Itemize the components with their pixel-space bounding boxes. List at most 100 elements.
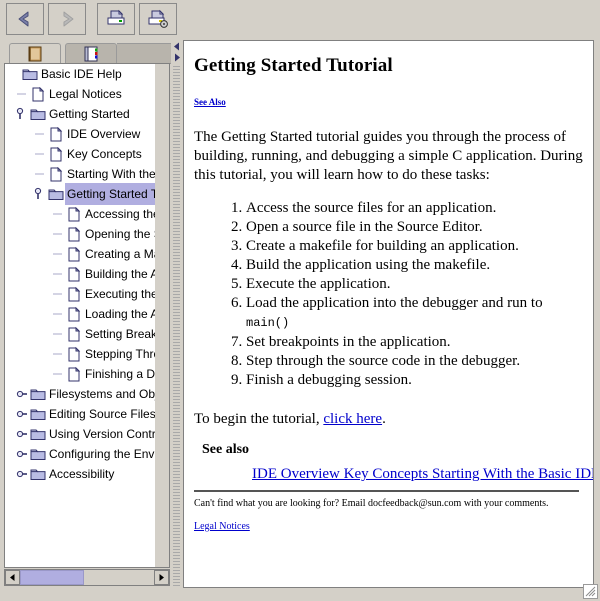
tree-expand-handle[interactable] — [15, 424, 29, 444]
tree-elbow-icon — [53, 233, 62, 235]
tree-item-label: Configuring the Environment — [49, 447, 169, 461]
intro-paragraph: The Getting Started tutorial guides you … — [194, 129, 583, 183]
tree-connector — [7, 64, 21, 84]
tree-item[interactable]: Getting Started — [5, 104, 169, 124]
tree-item[interactable]: Basic IDE Help — [5, 64, 169, 84]
tree-elbow-icon — [35, 173, 44, 175]
resize-grip-icon[interactable] — [583, 584, 598, 599]
tree-connector — [33, 144, 47, 164]
splitter[interactable] — [171, 40, 182, 588]
tree-item[interactable]: Opening the Source File — [5, 224, 169, 244]
splitter-collapse-left-button[interactable] — [172, 42, 181, 51]
tree-elbow-icon — [53, 353, 62, 355]
legal-notices-link[interactable]: Legal Notices — [194, 521, 250, 532]
folder-icon — [30, 389, 46, 400]
tree-elbow-icon — [53, 253, 62, 255]
tree-item-icon — [29, 86, 47, 102]
tree-connector — [51, 364, 65, 384]
tree-item[interactable]: Legal Notices — [5, 84, 169, 104]
scroll-left-button[interactable] — [5, 570, 20, 585]
tree-item[interactable]: Accessibility — [5, 464, 169, 484]
tree-item[interactable]: Key Concepts — [5, 144, 169, 164]
tree-item[interactable]: Setting Breakpoints — [5, 324, 169, 344]
splitter-collapse-right-button[interactable] — [172, 53, 181, 62]
tree-item-icon — [29, 467, 47, 481]
contents-tree[interactable]: Basic IDE Help Legal Notices Getting Start… — [5, 64, 169, 567]
tree-expand-handle[interactable] — [15, 104, 29, 124]
page-icon — [68, 366, 81, 381]
printer-setup-icon — [148, 9, 168, 28]
splitter-grip[interactable] — [173, 66, 180, 586]
tree-horizontal-scrollbar[interactable] — [4, 569, 170, 586]
tree-item-icon — [65, 206, 83, 222]
tree-item-icon — [29, 407, 47, 421]
page-icon — [50, 146, 63, 161]
tree-expand-handle[interactable] — [15, 404, 29, 424]
tree-item[interactable]: Filesystems and Objects — [5, 384, 169, 404]
tree-handle-collapsed-icon — [16, 450, 27, 458]
tree-item[interactable]: Stepping Through the Code — [5, 344, 169, 364]
tree-handle-collapsed-icon — [16, 410, 27, 418]
tree-connector — [51, 344, 65, 364]
tree-expand-handle[interactable] — [33, 184, 47, 204]
tab-contents[interactable] — [9, 43, 61, 64]
scroll-thumb[interactable] — [20, 570, 84, 585]
tree-elbow-icon — [35, 153, 44, 155]
tree-item-icon — [65, 226, 83, 242]
task-item-text: Execute the application. — [246, 276, 391, 292]
tree-connector — [33, 164, 47, 184]
tree-item[interactable]: Configuring the Environment — [5, 444, 169, 464]
tree-item[interactable]: Getting Started Tutorial — [5, 183, 169, 205]
tree-item-icon — [29, 387, 47, 401]
tree-item[interactable]: Building the Application — [5, 264, 169, 284]
triangle-right-icon — [159, 574, 164, 581]
tab-index[interactable] — [65, 43, 117, 64]
tree-vertical-scrollbar[interactable] — [155, 64, 169, 567]
tree-item-icon — [65, 366, 83, 382]
tree-elbow-icon — [17, 93, 26, 95]
tree-item[interactable]: Executing the Application — [5, 284, 169, 304]
tree-item-icon — [29, 427, 47, 441]
forward-button[interactable] — [48, 3, 86, 35]
scroll-right-button[interactable] — [154, 570, 169, 585]
tree-item-label: IDE Overview — [67, 127, 141, 141]
triangle-left-icon — [10, 574, 15, 581]
tree-item-icon — [21, 67, 39, 81]
tree-handle-collapsed-icon — [16, 430, 27, 438]
see-also-top-link[interactable]: See Also — [194, 97, 226, 107]
tree-item[interactable]: Editing Source Files — [5, 404, 169, 424]
tree-elbow-icon — [35, 133, 44, 135]
back-button[interactable] — [6, 3, 44, 35]
tree-item[interactable]: IDE Overview — [5, 124, 169, 144]
tree-item[interactable]: Loading the Application — [5, 304, 169, 324]
help-document: Getting Started Tutorial See Also The Ge… — [184, 41, 593, 587]
page-icon — [68, 226, 81, 241]
page-icon — [68, 266, 81, 281]
triangle-left-icon — [173, 42, 179, 51]
scroll-track[interactable] — [20, 570, 154, 585]
back-arrow-icon — [18, 11, 29, 27]
tree-item[interactable]: Accessing the Source Files — [5, 204, 169, 224]
tree-item[interactable]: Using Version Control in the IDE — [5, 424, 169, 444]
status-bar — [0, 588, 600, 601]
tree-item-icon — [47, 187, 65, 201]
print-button[interactable] — [97, 3, 135, 35]
tree-item-icon — [65, 306, 83, 322]
tree-expand-handle[interactable] — [15, 464, 29, 484]
tree-expand-handle[interactable] — [15, 384, 29, 404]
tree-expand-handle[interactable] — [15, 444, 29, 464]
tree-item[interactable]: Creating a Makefile — [5, 244, 169, 264]
tree-item[interactable]: Finishing a Debugging Session — [5, 364, 169, 384]
page-setup-button[interactable] — [139, 3, 177, 35]
tree-item-label: Editing Source Files — [49, 407, 156, 421]
tree-elbow-icon — [53, 313, 62, 315]
tree-item[interactable]: Starting With the Basic IDE — [5, 164, 169, 184]
tree-item-label: Using Version Control in the IDE — [49, 427, 169, 441]
click-here-link[interactable]: click here — [323, 411, 382, 427]
tree-item-label: Getting Started Tutorial — [65, 183, 169, 205]
task-item-text: Set breakpoints in the application. — [246, 334, 451, 350]
folder-open-icon — [22, 69, 38, 80]
see-also-links[interactable]: IDE Overview Key Concepts Starting With … — [252, 466, 593, 483]
page-icon — [50, 126, 63, 141]
page-icon — [68, 206, 81, 221]
